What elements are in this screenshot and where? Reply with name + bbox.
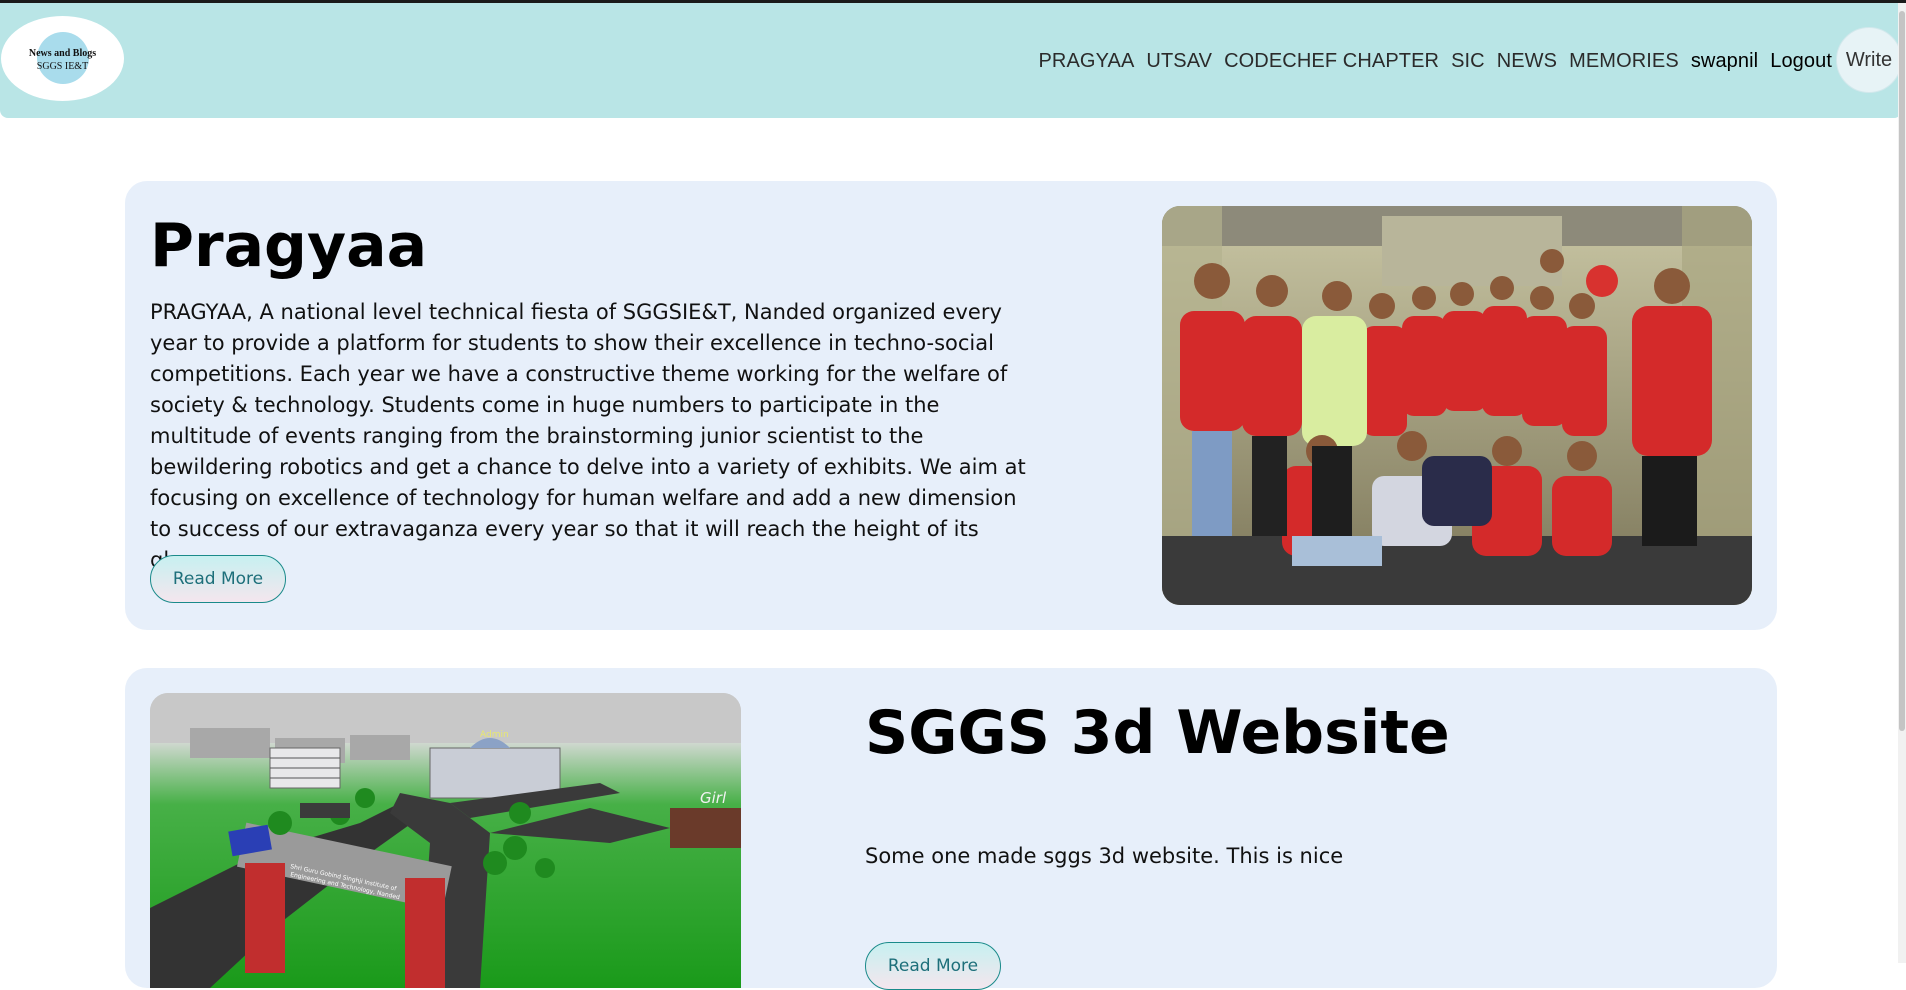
logout-link[interactable]: Logout	[1770, 50, 1832, 73]
post-title: SGGS 3d Website	[865, 698, 1450, 768]
admin-label: Admin	[480, 730, 509, 740]
logo-subtitle: SGGS IE&T	[36, 61, 89, 72]
logo-title: News and Blogs	[28, 48, 97, 59]
group-photo-illustration	[1162, 206, 1752, 605]
nav-link-memories[interactable]: MEMORIES	[1569, 50, 1679, 73]
read-more-button[interactable]: Read More	[865, 942, 1001, 990]
post-body: Some one made sggs 3d website. This is n…	[865, 844, 1344, 868]
post-card-sggs-3d-website: Admin Girl Shri Guru Gobind Singhji Inst…	[125, 668, 1777, 990]
site-logo[interactable]: News and Blogs SGGS IE&T	[1, 16, 124, 101]
post-image-3d-campus[interactable]: Admin Girl Shri Guru Gobind Singhji Inst…	[150, 693, 741, 988]
write-button[interactable]: Write	[1836, 27, 1902, 93]
nav-link-codechef-chapter[interactable]: CODECHEF CHAPTER	[1224, 50, 1439, 73]
post-title: Pragyaa	[150, 211, 428, 281]
post-image-group-photo[interactable]	[1162, 206, 1752, 605]
post-body: PRAGYAA, A national level technical fies…	[150, 300, 1026, 572]
nav-link-news[interactable]: NEWS	[1497, 50, 1557, 73]
girls-label: Girl	[700, 789, 727, 807]
nav-link-sic[interactable]: SIC	[1451, 50, 1485, 73]
nav-user-name[interactable]: swapnil	[1691, 50, 1758, 73]
navbar: News and Blogs SGGS IE&T PRAGYAA UTSAV C…	[0, 3, 1902, 118]
nav-link-pragyaa[interactable]: PRAGYAA	[1038, 50, 1134, 73]
scrollbar-thumb[interactable]	[1899, 11, 1905, 731]
read-more-button[interactable]: Read More	[150, 555, 286, 603]
post-card-pragyaa: Pragyaa PRAGYAA, A national level techni…	[125, 181, 1777, 630]
nav-link-utsav[interactable]: UTSAV	[1146, 50, 1212, 73]
campus-3d-illustration: Admin Girl Shri Guru Gobind Singhji Inst…	[150, 693, 741, 988]
nav-links: PRAGYAA UTSAV CODECHEF CHAPTER SIC NEWS …	[1038, 50, 1832, 73]
page-scrollbar[interactable]	[1898, 3, 1906, 963]
